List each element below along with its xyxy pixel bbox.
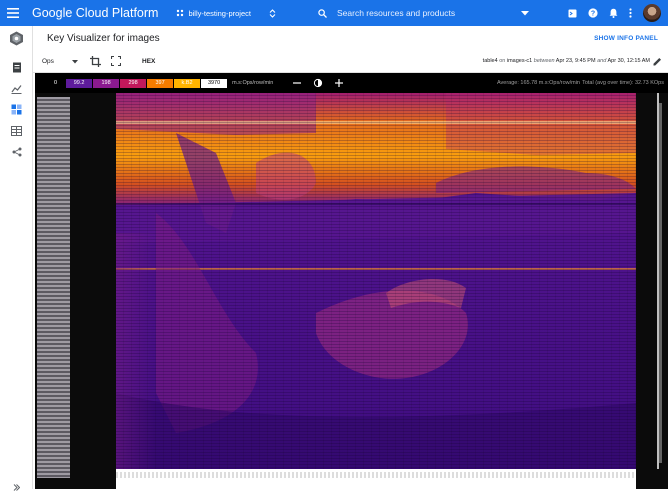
menu-icon[interactable] <box>0 0 26 26</box>
table-icon[interactable] <box>10 124 23 137</box>
crop-icon[interactable] <box>90 56 101 67</box>
search-input[interactable]: Search resources and products <box>337 8 455 18</box>
table-info: table4 on images-c1 between Apr 23, 9:45… <box>483 58 650 64</box>
search-dropdown-icon[interactable] <box>521 10 529 16</box>
topbar-actions: ? <box>521 0 668 26</box>
zoom-in-icon[interactable] <box>335 79 344 87</box>
scale-swatch-label: 198 <box>101 80 111 86</box>
color-scale-bar: 0 99.2 198 298 397 k.B2 3970 m.s:Ops/row… <box>35 73 668 93</box>
page-title: Key Visualizer for images <box>47 33 160 44</box>
time-axis-ticks <box>116 472 636 478</box>
show-info-panel-button[interactable]: SHOW INFO PANEL <box>594 35 658 42</box>
right-scroll-axis[interactable] <box>637 93 668 469</box>
cloud-shell-icon[interactable] <box>568 9 577 18</box>
scale-swatch-label: 99.2 <box>73 80 85 86</box>
scale-swatch: k.B2 <box>174 78 201 88</box>
toolbar: Ops HEX table4 on images-c1 between Apr … <box>33 51 668 73</box>
search-icon <box>318 8 327 18</box>
scale-unit: m.s:Ops/row/min <box>232 80 274 86</box>
key-visualizer-logo-icon[interactable] <box>9 31 24 46</box>
scale-swatch: 99.2 <box>66 78 93 88</box>
scale-swatch: 3970 <box>201 78 228 88</box>
average-stat: Average: 165.78 m.s:Ops/row/min <box>496 80 580 86</box>
end-time: Apr 30, 12:15 AM <box>607 58 651 64</box>
side-nav <box>0 26 33 491</box>
project-dots-icon <box>176 9 184 17</box>
metric-select-value: Ops <box>42 58 54 65</box>
time-axis[interactable] <box>116 469 636 489</box>
heatmap-icon[interactable] <box>10 103 23 116</box>
heatmap-canvas[interactable] <box>116 93 636 469</box>
chart-icon[interactable] <box>10 82 23 95</box>
document-icon[interactable] <box>10 61 23 74</box>
more-icon[interactable] <box>629 8 632 18</box>
metric-select[interactable]: Ops <box>42 58 78 65</box>
instance-name: images-c1 <box>506 58 533 64</box>
scale-swatch-label: 298 <box>128 80 138 86</box>
scale-swatch-label: 3970 <box>207 80 221 86</box>
notifications-icon[interactable] <box>609 8 618 18</box>
key-range-axis[interactable] <box>37 97 70 478</box>
and-text: and <box>597 58 607 64</box>
share-icon[interactable] <box>10 145 23 158</box>
help-icon[interactable]: ? <box>588 8 598 18</box>
fullscreen-icon[interactable] <box>111 56 121 66</box>
brightness-icon[interactable] <box>313 78 323 88</box>
table-name: table4 <box>482 58 498 64</box>
edit-icon[interactable] <box>653 57 662 66</box>
scale-swatch: 298 <box>120 78 147 88</box>
right-axis-ticks <box>657 93 662 469</box>
expand-nav-icon[interactable] <box>10 481 23 494</box>
between-text: between <box>533 58 555 64</box>
start-time: Apr 23, 9:45 PM <box>555 58 596 64</box>
zoom-out-icon[interactable] <box>293 79 302 87</box>
svg-text:?: ? <box>591 11 595 18</box>
scale-swatch-label: k.B2 <box>181 80 193 86</box>
heatmap-column-lines <box>116 93 636 469</box>
project-name: billy-testing-project <box>188 8 251 18</box>
scale-zero-label: 0 <box>54 80 58 86</box>
heatmap-panel: 0 99.2 198 298 397 k.B2 3970 m.s:Ops/row… <box>35 73 668 489</box>
hex-toggle[interactable]: HEX <box>142 58 155 65</box>
chevron-down-icon <box>71 59 78 64</box>
scale-swatch-label: 397 <box>155 80 165 86</box>
top-app-bar: Google Cloud Platform billy-testing-proj… <box>0 0 668 26</box>
avatar[interactable] <box>643 4 661 22</box>
unfold-icon <box>269 8 276 18</box>
scale-swatch: 198 <box>93 78 120 88</box>
page-header: Key Visualizer for images SHOW INFO PANE… <box>33 26 668 51</box>
on-text: on <box>499 58 506 64</box>
total-stat: Total (avg over time): 32.73 KOps <box>582 80 664 86</box>
scale-swatch: 397 <box>147 78 174 88</box>
brand-title[interactable]: Google Cloud Platform <box>32 6 158 20</box>
project-picker[interactable]: billy-testing-project <box>176 9 276 18</box>
